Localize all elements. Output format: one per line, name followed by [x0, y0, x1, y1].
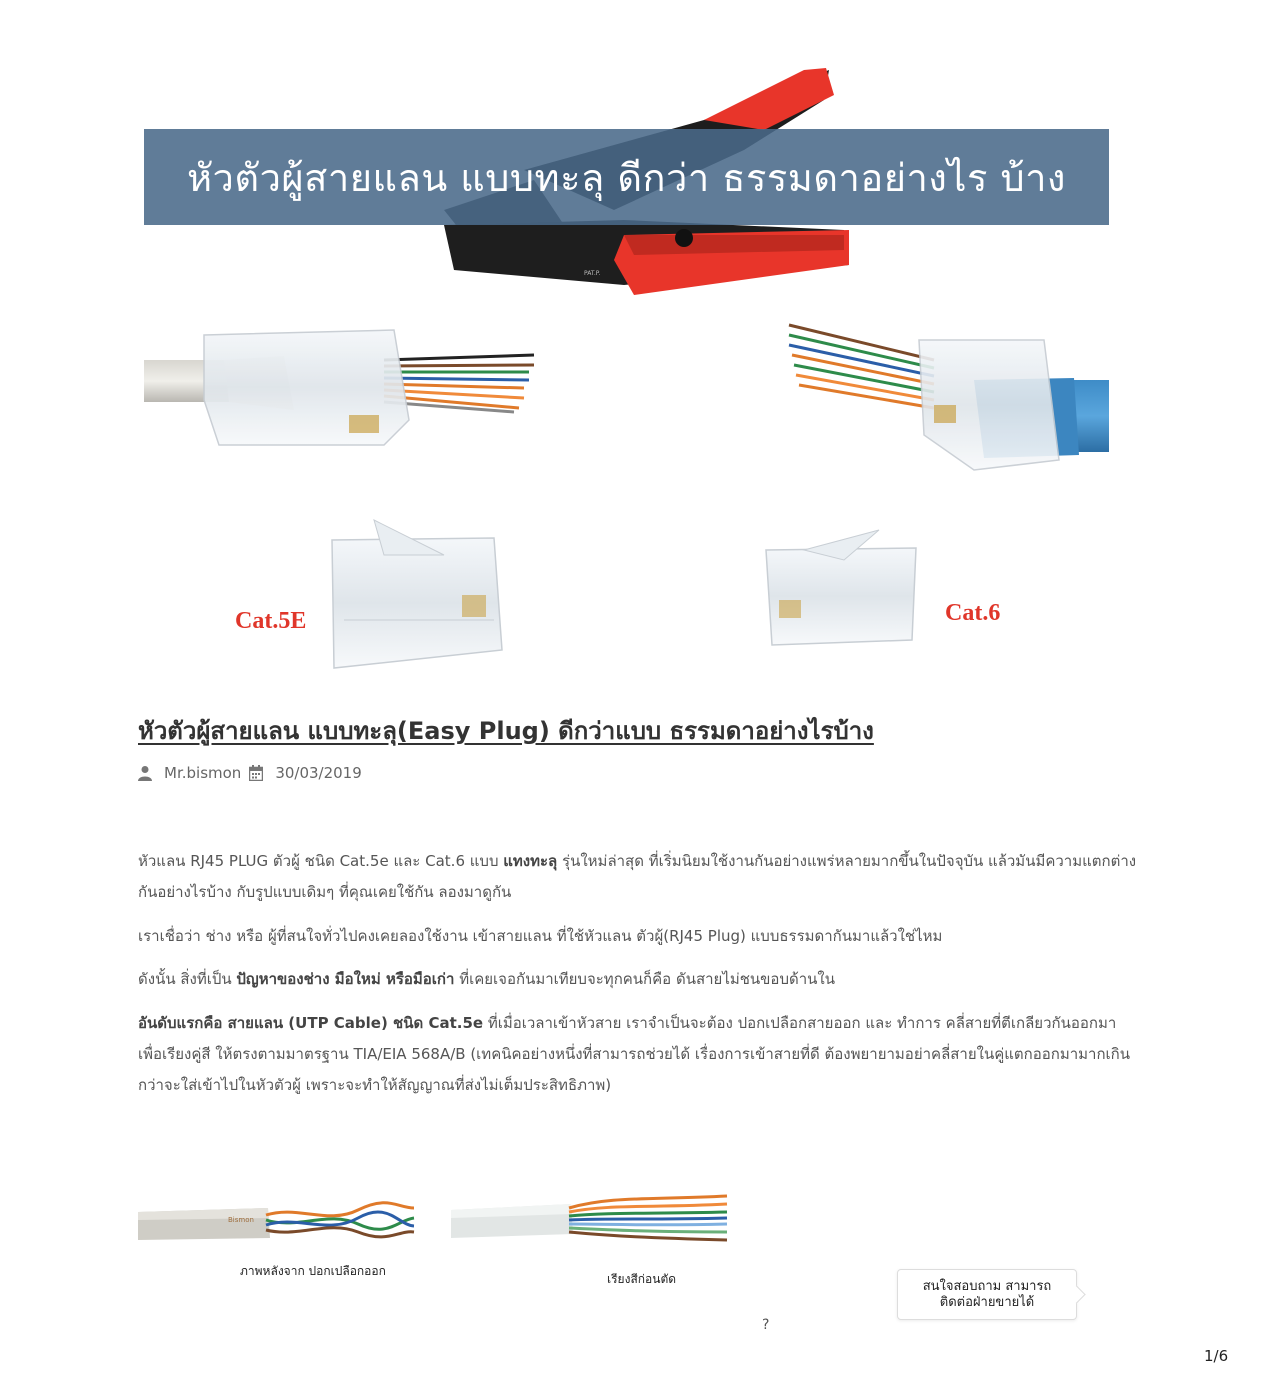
paragraph-3: ดังนั้น สิ่งที่เป็น ปัญหาของช่าง มือใหม่…	[138, 970, 835, 988]
sorted-colors-cable-image	[451, 1194, 728, 1242]
post-author[interactable]: Mr.bismon	[164, 764, 241, 782]
article-title[interactable]: หัวตัวผู้สายแลน แบบทะลุ(Easy Plug) ดีกว่…	[138, 711, 1138, 750]
question-mark: ?	[762, 1317, 770, 1333]
cat6-plug-illustration	[765, 529, 917, 646]
post-date: 30/03/2019	[275, 764, 362, 782]
caption-stripped: ภาพหลังจาก ปอกเปลือกออก	[240, 1264, 386, 1278]
paragraph-4: อันดับแรกคือ สายแลน (UTP Cable) ชนิด Cat…	[138, 1014, 1130, 1094]
caption-sorted: เรียงสีก่อนตัด	[607, 1272, 677, 1286]
chat-contact-bubble[interactable]: สนใจสอบถาม สามารถ ติดต่อฝ่ายขายได้	[897, 1269, 1077, 1320]
chat-line-1: สนใจสอบถาม สามารถ	[922, 1278, 1052, 1294]
hero-banner: หัวตัวผู้สายแลน แบบทะลุ ดีกว่า ธรรมดาอย่…	[144, 129, 1109, 225]
cat5e-plug-cable-illustration	[144, 329, 535, 446]
hero-banner-text: หัวตัวผู้สายแลน แบบทะลุ ดีกว่า ธรรมดาอย่…	[187, 155, 1066, 200]
chat-line-2: ติดต่อฝ่ายขายได้	[939, 1294, 1035, 1310]
cat5e-plug-illustration	[331, 519, 503, 669]
cat6-plug-cable-illustration	[788, 323, 1109, 471]
cat6-label: Cat.6	[945, 600, 1001, 626]
paragraph-1: หัวแลน RJ45 PLUG ตัวผู้ ชนิด Cat.5e และ …	[138, 852, 1137, 901]
page-number: 1/6	[1204, 1347, 1229, 1365]
calendar-icon	[249, 765, 264, 781]
cat5e-label: Cat.5E	[235, 608, 307, 634]
paragraph-2: เราเชื่อว่า ช่าง หรือ ผู้ที่สนใจทั่วไปคง…	[138, 927, 943, 945]
stripped-cable-image: Bismon	[138, 1201, 415, 1240]
post-meta: Mr.bismon 30/03/2019	[138, 764, 362, 782]
tool-label: PAT.P.	[584, 270, 600, 277]
user-icon	[138, 766, 152, 781]
cable-brand-text: Bismon	[228, 1216, 254, 1224]
